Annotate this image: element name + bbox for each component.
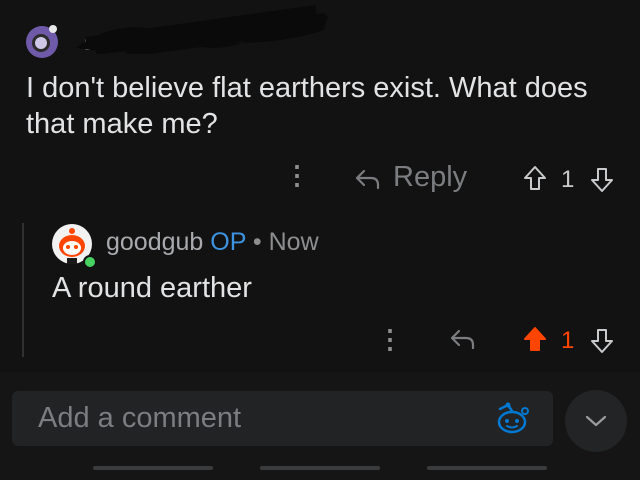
reply-icon[interactable] — [354, 168, 380, 190]
reply-meta: goodgub OP • Now — [106, 228, 319, 257]
op-badge: OP — [210, 228, 246, 256]
downvote-icon[interactable] — [590, 328, 614, 354]
reply-username[interactable]: goodgub — [106, 228, 203, 256]
comment-action-bar: ⋮ Reply 1 — [0, 156, 640, 200]
reply-timestamp: Now — [268, 228, 319, 256]
upvote-icon[interactable] — [523, 165, 547, 191]
comment-body: I don't believe flat earthers exist. Wha… — [26, 72, 588, 140]
chevron-down-icon — [585, 415, 607, 427]
snoo-icon[interactable] — [492, 401, 532, 437]
more-options-icon[interactable]: ⋮ — [377, 324, 403, 355]
avatar[interactable] — [50, 222, 98, 270]
avatar[interactable] — [22, 20, 62, 60]
reply-body: A round earther — [52, 272, 252, 304]
vote-count: 1 — [561, 327, 575, 354]
reply-action-bar: ⋮ 1 — [0, 320, 640, 360]
vote-count: 1 — [561, 166, 575, 193]
downvote-icon[interactable] — [590, 167, 614, 193]
collapse-button[interactable] — [565, 390, 627, 452]
reply-icon[interactable] — [449, 328, 475, 350]
nav-pill — [93, 466, 213, 470]
more-options-icon[interactable]: ⋮ — [284, 160, 310, 191]
nav-pill — [427, 466, 547, 470]
add-comment-input[interactable] — [12, 391, 508, 446]
reply-button[interactable]: Reply — [393, 161, 467, 194]
upvote-filled-icon[interactable] — [523, 326, 547, 352]
meta-separator: • — [252, 228, 262, 256]
comment-composer — [12, 391, 553, 446]
redaction-scribble — [76, 5, 328, 54]
nav-pill — [260, 466, 380, 470]
